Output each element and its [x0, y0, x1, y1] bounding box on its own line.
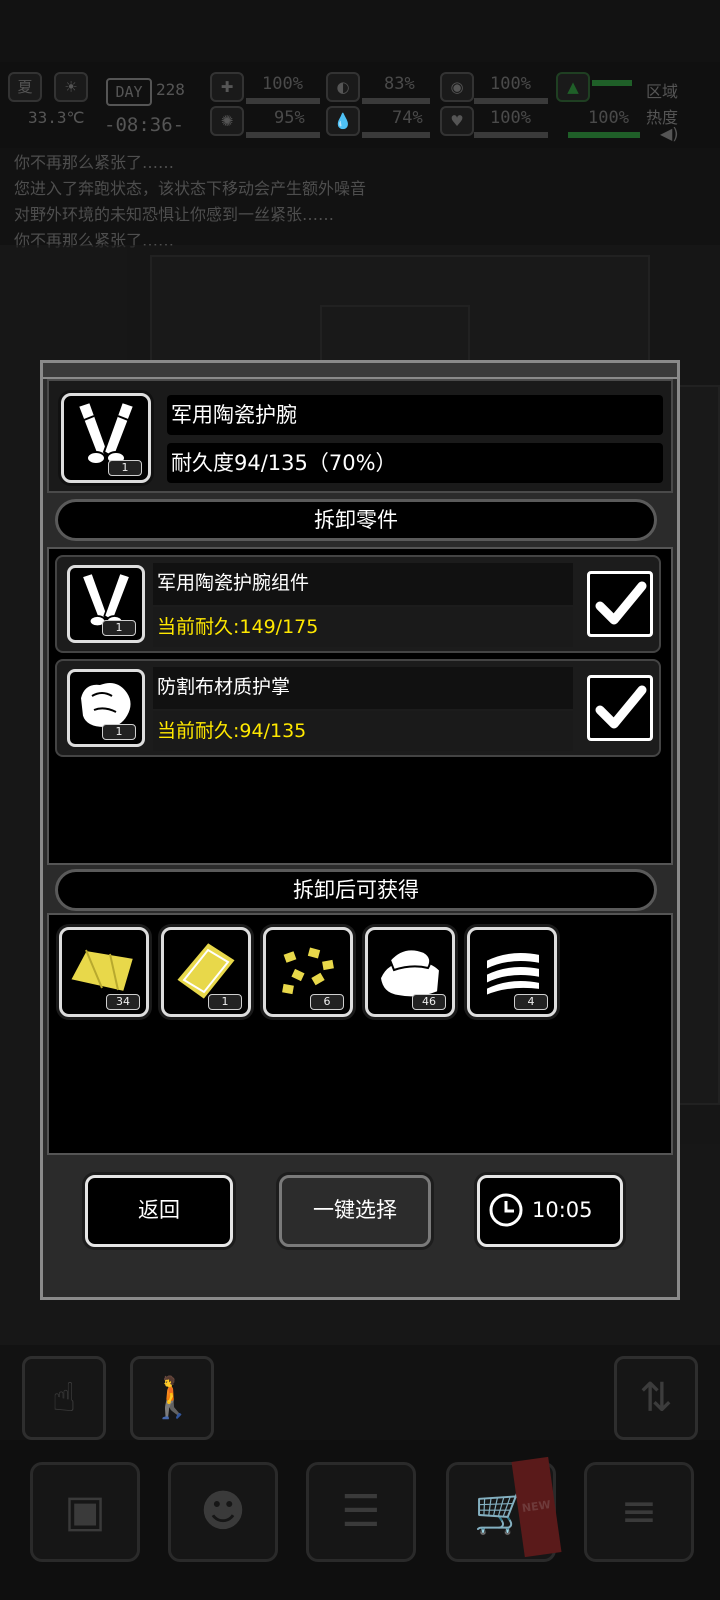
- mood-value: 100%: [490, 108, 531, 128]
- yield-quantity: 4: [514, 994, 548, 1010]
- energy-value: 100%: [588, 108, 629, 128]
- dismantle-dialog: 1 军用陶瓷护腕 耐久度94/135（70%） 拆卸零件 1 军用陶瓷护腕组件 …: [40, 360, 680, 1300]
- stamina-bar: [592, 80, 632, 86]
- message-log: 你不再那么紧张了…… 您进入了奔跑状态，该状态下移动会产生额外噪音 对野外环境的…: [14, 150, 704, 254]
- part-quantity: 1: [102, 620, 136, 636]
- menu-list-icon[interactable]: ≡: [584, 1462, 694, 1562]
- thirst-bar: [362, 132, 430, 138]
- select-all-button[interactable]: 一键选择: [279, 1175, 431, 1247]
- part-checkbox[interactable]: [587, 675, 653, 741]
- part-name: 防割布材质护掌: [153, 667, 573, 709]
- energy-bar: [568, 132, 640, 138]
- status-hud: 夏 ☀ DAY 228 ✚ 100% ◐ 83% ◉ 100% ▲ 区域 33.…: [0, 62, 720, 148]
- part-row[interactable]: 1 防割布材质护掌 当前耐久:94/135: [55, 659, 661, 757]
- fabric-pile-icon[interactable]: 46: [365, 927, 455, 1017]
- part-durability: 当前耐久:149/175: [153, 607, 573, 647]
- yield-quantity: 34: [106, 994, 140, 1010]
- parts-section-title: 拆卸零件: [55, 499, 657, 541]
- skills-brain-icon[interactable]: ☻: [168, 1462, 278, 1562]
- water-drop-icon: 💧: [326, 106, 360, 136]
- dialog-actions: 返回 一键选择 10:05: [43, 1171, 677, 1251]
- clock-icon: [489, 1193, 523, 1227]
- sanity-bar: [246, 132, 320, 138]
- yield-quantity: 1: [208, 994, 242, 1010]
- ceramic-plate-icon[interactable]: 1: [161, 927, 251, 1017]
- cut-resistant-palm-guard-icon: 1: [67, 669, 145, 747]
- stomach-icon: ◐: [326, 72, 360, 102]
- yield-quantity: 6: [310, 994, 344, 1010]
- shoe-icon: ▲: [556, 72, 590, 102]
- part-checkbox[interactable]: [587, 571, 653, 637]
- main-menu-bar: ▣ ☻ ☰ 🛒 NEW ≡: [0, 1440, 720, 1600]
- clock-value: -08:36-: [104, 114, 185, 136]
- cloth-sheet-icon[interactable]: 34: [59, 927, 149, 1017]
- action-toolbar: ☝ 🚶 ⇅: [0, 1330, 720, 1440]
- parts-list: 1 军用陶瓷护腕组件 当前耐久:149/175 1 防割布材质护掌 当前耐久:9…: [47, 547, 673, 865]
- yield-section-title: 拆卸后可获得: [55, 869, 657, 911]
- yield-quantity: 46: [412, 994, 446, 1010]
- journal-icon[interactable]: ☰: [306, 1462, 416, 1562]
- checkmark-icon: [595, 581, 647, 625]
- season-indicator: 夏: [8, 72, 42, 102]
- map-layer-icon[interactable]: ⇅: [614, 1356, 698, 1440]
- item-name: 军用陶瓷护腕: [167, 395, 663, 435]
- thirst-value: 74%: [392, 108, 423, 128]
- interact-hand-icon[interactable]: ☝: [22, 1356, 106, 1440]
- sun-icon: ☀: [54, 72, 88, 102]
- log-line: 对野外环境的未知恐惧让你感到一丝紧张……: [14, 205, 335, 224]
- map-door: [320, 305, 470, 365]
- oxygen-value: 100%: [490, 74, 531, 94]
- checkmark-icon: [595, 685, 647, 729]
- hunger-value: 83%: [384, 74, 415, 94]
- item-quantity: 1: [108, 460, 142, 476]
- sanity-value: 95%: [274, 108, 305, 128]
- temperature-value: 33.3℃: [28, 108, 85, 127]
- medkit-icon: ✚: [210, 72, 244, 102]
- back-button[interactable]: 返回: [85, 1175, 233, 1247]
- shop-cart-icon[interactable]: 🛒 NEW: [446, 1456, 562, 1562]
- ceramic-wrist-guard-icon: 1: [67, 565, 145, 643]
- zone-label: 区域: [646, 82, 679, 101]
- walk-mode-icon[interactable]: 🚶: [130, 1356, 214, 1440]
- dismantle-time: 10:05: [532, 1198, 593, 1222]
- part-row[interactable]: 1 军用陶瓷护腕组件 当前耐久:149/175: [55, 555, 661, 653]
- mood-bar: [474, 132, 548, 138]
- log-line: 你不再那么紧张了……: [14, 153, 175, 172]
- part-quantity: 1: [102, 724, 136, 740]
- mask-icon: ◉: [440, 72, 474, 102]
- speaker-icon[interactable]: ◀): [660, 124, 679, 143]
- storage-chest-icon[interactable]: ▣: [30, 1462, 140, 1562]
- yield-list: 34 1 6 46 4: [47, 913, 673, 1155]
- ceramic-wrist-guard-icon: 1: [61, 393, 151, 483]
- brain-icon: ✺: [210, 106, 244, 136]
- dismantle-time-button[interactable]: 10:05: [477, 1175, 623, 1247]
- new-badge: NEW: [511, 1456, 562, 1558]
- item-durability: 耐久度94/135（70%）: [167, 443, 663, 483]
- ceramic-shards-icon[interactable]: 6: [263, 927, 353, 1017]
- day-label: DAY: [106, 78, 152, 106]
- part-name: 军用陶瓷护腕组件: [153, 563, 573, 605]
- day-number: 228: [156, 80, 185, 99]
- health-value: 100%: [262, 74, 303, 94]
- part-durability: 当前耐久:94/135: [153, 711, 573, 751]
- heart-icon: ♥: [440, 106, 474, 136]
- strap-roll-icon[interactable]: 4: [467, 927, 557, 1017]
- log-line: 您进入了奔跑状态，该状态下移动会产生额外噪音: [14, 179, 367, 198]
- item-header: 1 军用陶瓷护腕 耐久度94/135（70%）: [47, 379, 673, 493]
